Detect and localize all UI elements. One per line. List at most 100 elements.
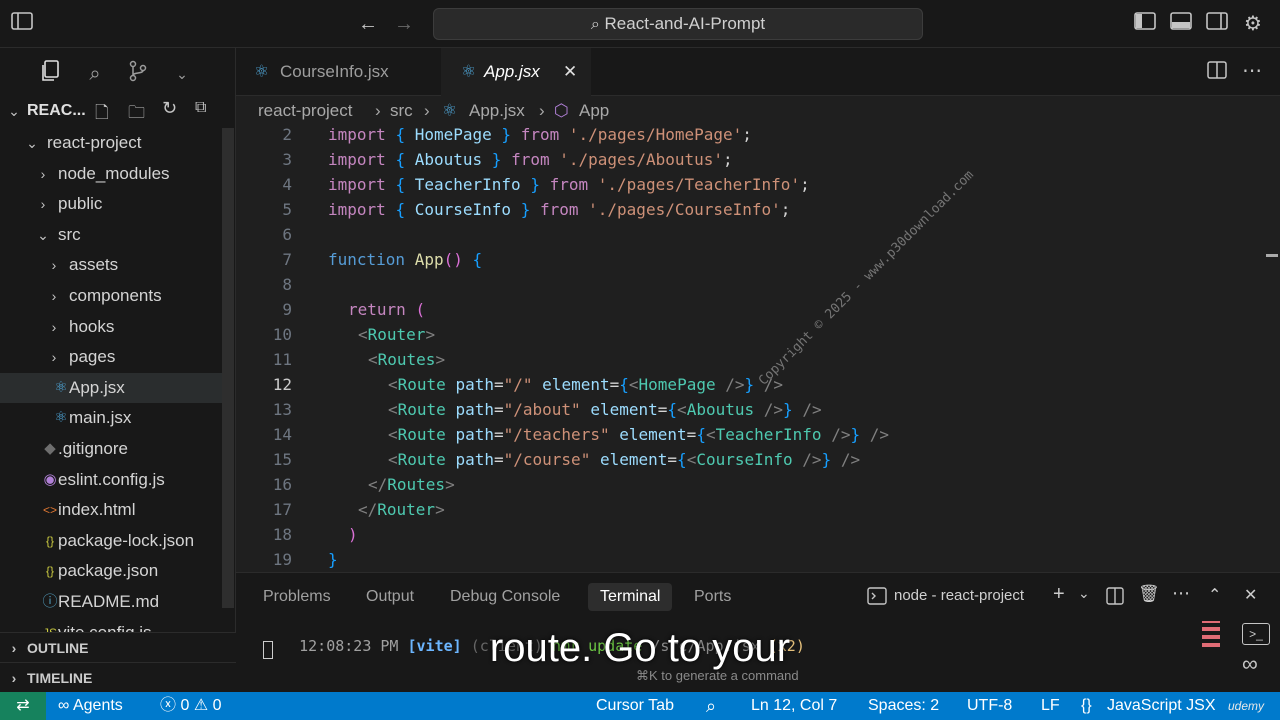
tree-item[interactable]: <> index.html <box>0 495 230 525</box>
editor-tabs: ⚛ CourseInfo.jsx ⚛ App.jsx ✕ ⋯ <box>236 48 1280 96</box>
tree-item[interactable]: › components <box>0 281 230 311</box>
tree-item[interactable]: › public <box>0 189 230 219</box>
line-number: 2 <box>282 128 292 144</box>
code-line[interactable]: 14 <Route path="/teachers" element={<Teac… <box>236 422 1266 447</box>
command-center-search[interactable]: ⌕ React-and-AI-Prompt <box>433 8 923 40</box>
toggle-sidebar-icon[interactable] <box>10 12 34 36</box>
tab-terminal[interactable]: Terminal <box>588 583 673 611</box>
breadcrumb-item[interactable]: App.jsx <box>469 96 525 126</box>
tree-item[interactable]: ⚛ App.jsx <box>0 372 230 403</box>
line-ending[interactable]: LF <box>1041 692 1060 720</box>
tree-item[interactable]: › pages <box>0 342 230 372</box>
code-line[interactable]: 10 <Router> <box>236 322 1266 347</box>
close-icon[interactable]: ✕ <box>563 48 577 96</box>
toggle-secondary-sidebar-icon[interactable] <box>1205 12 1229 36</box>
chevron-down-icon[interactable]: ⌄ <box>6 96 22 126</box>
search-icon[interactable]: ⌕ <box>81 60 109 88</box>
tab-debug-console[interactable]: Debug Console <box>450 583 560 611</box>
breadcrumb-item[interactable]: App <box>579 96 609 126</box>
tree-item[interactable]: ⌄ src <box>0 220 230 250</box>
new-file-icon[interactable]: 🗋 <box>95 100 109 129</box>
code-line[interactable]: 9 return ( <box>236 297 1266 322</box>
chevron-down-icon[interactable]: ⌄ <box>1078 585 1090 602</box>
refresh-icon[interactable]: ↻ <box>162 98 177 119</box>
explorer-header[interactable]: ⌄ REAC... 🗋 🗀 ↻ ⧉ <box>0 96 236 126</box>
cursor-position[interactable]: Ln 12, Col 7 <box>751 692 837 720</box>
back-arrow-icon[interactable]: ← <box>356 12 380 36</box>
new-terminal-icon[interactable]: + <box>1053 583 1065 606</box>
code-line[interactable]: 4 import { TeacherInfo } from './pages/Te… <box>236 172 1266 197</box>
split-terminal-icon[interactable] <box>1106 587 1124 610</box>
tree-item[interactable]: {} package.json <box>0 556 230 586</box>
tab-ports[interactable]: Ports <box>694 583 731 611</box>
encoding[interactable]: UTF-8 <box>967 692 1012 720</box>
agents-item[interactable]: ∞ Agents <box>58 692 123 720</box>
indentation[interactable]: Spaces: 2 <box>868 692 939 720</box>
title-bar: ← → ⌕ React-and-AI-Prompt ⚙ <box>0 0 1280 48</box>
more-actions-icon[interactable]: ⋯ <box>1172 583 1190 604</box>
language-mode[interactable]: JavaScript JSX <box>1107 692 1215 720</box>
tree-item[interactable]: ⚛ main.jsx <box>0 403 230 433</box>
code-line[interactable]: 17 </Router> <box>236 497 1266 522</box>
chevron-down-icon[interactable]: ⌄ <box>168 60 196 88</box>
tree-item[interactable]: ◉ eslint.config.js <box>0 465 230 495</box>
split-editor-icon[interactable] <box>1207 60 1227 85</box>
tree-item[interactable]: › assets <box>0 250 230 280</box>
terminal-name[interactable]: node - react-project <box>894 587 1024 604</box>
tree-item[interactable]: ⓘ README.md <box>0 587 230 617</box>
breadcrumb-item[interactable]: src <box>390 96 413 126</box>
close-icon[interactable]: ✕ <box>1244 585 1257 605</box>
problems-indicator[interactable]: ⓧ 0 ⚠ 0 <box>160 692 222 720</box>
files-icon[interactable] <box>36 60 64 88</box>
zoom-search-icon[interactable]: ⌕ <box>706 692 716 720</box>
terminal-output[interactable]: 12:08:23 PM [vite] (client) hmr update /… <box>263 619 805 673</box>
breadcrumb-item[interactable]: react-project <box>258 96 352 126</box>
code-line[interactable]: 11 <Routes> <box>236 347 1266 372</box>
gear-icon[interactable]: ⚙ <box>1241 12 1265 36</box>
tab-problems[interactable]: Problems <box>263 583 331 611</box>
more-actions-icon[interactable]: ⋯ <box>1242 58 1262 83</box>
tab-app[interactable]: ⚛ App.jsx ✕ <box>441 48 591 96</box>
outline-section[interactable]: › OUTLINE <box>0 632 236 662</box>
tab-output[interactable]: Output <box>366 583 414 611</box>
toggle-panel-icon[interactable] <box>1169 12 1193 36</box>
react-icon: ⚛ <box>461 62 477 81</box>
trash-icon[interactable]: 🗑 <box>1138 584 1160 604</box>
maximize-panel-icon[interactable]: ⌃ <box>1208 585 1221 605</box>
cursor-tab-item[interactable]: Cursor Tab <box>596 692 674 720</box>
terminal-side-icon[interactable]: >_ <box>1242 623 1270 645</box>
tree-item-label: hooks <box>69 316 115 336</box>
code-editor[interactable]: 2 import { HomePage } from './pages/HomeP… <box>236 128 1280 572</box>
code-line[interactable]: 15 <Route path="/course" element={<Course… <box>236 447 1266 472</box>
code-line[interactable]: 13 <Route path="/about" element={<Aboutus… <box>236 397 1266 422</box>
code-line[interactable]: 5 import { CourseInfo } from './pages/Cou… <box>236 197 1266 222</box>
line-number: 19 <box>272 550 292 569</box>
toggle-primary-sidebar-icon[interactable] <box>1133 12 1157 36</box>
code-line[interactable]: 18) <box>236 522 1266 547</box>
timeline-section[interactable]: › TIMELINE <box>0 662 236 692</box>
code-line[interactable]: 3 import { Aboutus } from './pages/Aboutu… <box>236 147 1266 172</box>
collapse-all-icon[interactable]: ⧉ <box>195 99 206 117</box>
source-control-icon[interactable] <box>124 60 152 88</box>
tree-item[interactable]: ◆ .gitignore <box>0 434 230 464</box>
code-line[interactable]: 6 <box>236 222 1266 247</box>
tree-item[interactable]: › node_modules <box>0 159 230 189</box>
code-line[interactable]: 19} <box>236 547 1266 572</box>
tree-item[interactable]: {} package-lock.json <box>0 526 230 556</box>
tab-courseinfo[interactable]: ⚛ CourseInfo.jsx <box>236 48 441 96</box>
tree-item[interactable]: ⌄ react-project <box>0 128 230 158</box>
sidebar-scrollbar[interactable] <box>222 128 234 608</box>
remote-indicator[interactable]: ⇄ <box>0 692 46 720</box>
tree-item[interactable]: › hooks <box>0 312 230 342</box>
new-folder-icon[interactable]: 🗀 <box>128 100 145 129</box>
eslint-icon: ◉ <box>43 470 57 488</box>
line-number: 14 <box>272 425 292 444</box>
code-line[interactable]: 2 import { HomePage } from './pages/HomeP… <box>236 128 1266 147</box>
forward-arrow-icon[interactable]: → <box>392 12 416 36</box>
react-icon: ⚛ <box>254 62 270 81</box>
code-line[interactable]: 12 <Route path="/" element={<HomePage />}… <box>236 372 1266 397</box>
code-line[interactable]: 8 <box>236 272 1266 297</box>
infinity-icon[interactable]: ∞ <box>1242 651 1258 677</box>
code-line[interactable]: 7 function App() { <box>236 247 1266 272</box>
code-line[interactable]: 16 </Routes> <box>236 472 1266 497</box>
